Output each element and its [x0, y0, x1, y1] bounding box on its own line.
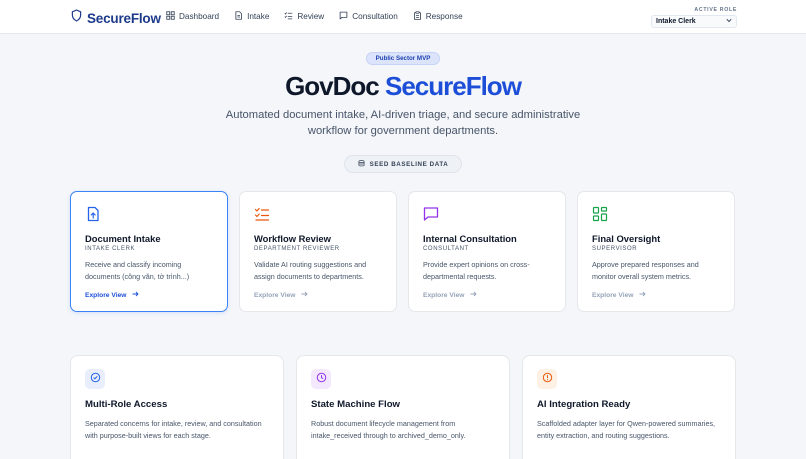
feature-description: Separated concerns for intake, review, a…: [85, 419, 262, 440]
main-nav: Dashboard Intake Review Consultation Res…: [166, 11, 478, 22]
database-icon: [358, 159, 365, 169]
brand-name: SecureFlow: [87, 10, 161, 26]
role-card-consultation[interactable]: Internal Consultation CONSULTANT Provide…: [408, 191, 566, 312]
check-circle-icon: [90, 370, 101, 388]
link-label: Explore View: [592, 291, 634, 299]
page-subtitle: Automated document intake, AI-driven tri…: [225, 109, 581, 137]
nav-label: Intake: [247, 12, 270, 21]
list-check-icon: [254, 206, 270, 222]
sector-badge: Public Sector MVP: [366, 52, 440, 65]
explore-view-link[interactable]: Explore View: [423, 291, 477, 299]
role-selected-value: Intake Clerk: [656, 18, 696, 25]
explore-view-link[interactable]: Explore View: [85, 291, 139, 299]
nav-item-dashboard[interactable]: Dashboard: [166, 11, 219, 22]
role-card-review[interactable]: Workflow Review DEPARTMENT REVIEWER Vali…: [239, 191, 397, 312]
role-caption: ACTIVE ROLE: [694, 7, 737, 13]
page-title: GovDoc SecureFlow: [0, 71, 806, 102]
top-navbar: SecureFlow Dashboard Intake Review Consu…: [0, 0, 806, 34]
clipboard-icon: [413, 11, 422, 22]
feature-icon-badge: [537, 369, 557, 389]
link-label: Explore View: [423, 291, 465, 299]
arrow-right-icon: [301, 291, 308, 299]
nav-item-consultation[interactable]: Consultation: [339, 11, 398, 22]
link-label: Explore View: [85, 291, 127, 299]
nav-label: Review: [297, 12, 325, 21]
card-role: SUPERVISOR: [592, 246, 638, 252]
card-title: Workflow Review: [254, 233, 331, 244]
explore-view-link[interactable]: Explore View: [592, 291, 646, 299]
card-title: Final Oversight: [592, 233, 661, 244]
feature-card-ai-integration: AI Integration Ready Scaffolded adapter …: [522, 355, 736, 459]
feature-title: AI Integration Ready: [537, 399, 631, 410]
card-role: DEPARTMENT REVIEWER: [254, 246, 340, 252]
dashboard-icon: [166, 11, 175, 22]
seed-baseline-button[interactable]: SEED BASELINE DATA: [344, 155, 462, 173]
nav-label: Consultation: [352, 12, 398, 21]
card-description: Receive and classify incoming documents …: [85, 260, 190, 281]
arrow-right-icon: [639, 291, 646, 299]
role-card-oversight[interactable]: Final Oversight SUPERVISOR Approve prepa…: [577, 191, 735, 312]
card-description: Provide expert opinions on cross-departm…: [423, 260, 530, 281]
card-title: Document Intake: [85, 233, 161, 244]
feature-icon-badge: [85, 369, 105, 389]
explore-view-link[interactable]: Explore View: [254, 291, 308, 299]
title-part-main: GovDoc: [285, 71, 380, 101]
title-part-accent: SecureFlow: [384, 71, 522, 101]
card-description: Approve prepared responses and monitor o…: [592, 260, 699, 281]
feature-title: Multi-Role Access: [85, 399, 168, 410]
card-role: CONSULTANT: [423, 246, 469, 252]
file-icon: [234, 11, 243, 22]
role-switcher: ACTIVE ROLE Intake Clerk: [651, 7, 737, 28]
chat-icon: [423, 206, 439, 222]
card-description: Validate AI routing suggestions and assi…: [254, 260, 367, 281]
nav-item-review[interactable]: Review: [284, 11, 324, 22]
arrow-right-icon: [132, 291, 139, 299]
role-card-intake[interactable]: Document Intake INTAKE CLERK Receive and…: [70, 191, 228, 312]
alert-circle-icon: [542, 370, 553, 388]
link-label: Explore View: [254, 291, 296, 299]
seed-button-label: SEED BASELINE DATA: [369, 160, 449, 168]
arrow-right-icon: [470, 291, 477, 299]
role-select[interactable]: Intake Clerk: [651, 15, 737, 28]
chevron-down-icon: [726, 18, 732, 25]
feature-card-state-machine: State Machine Flow Robust document lifec…: [296, 355, 510, 459]
feature-description: Scaffolded adapter layer for Qwen-powere…: [537, 419, 716, 440]
chat-icon: [339, 11, 348, 22]
clock-icon: [316, 370, 327, 388]
feature-icon-badge: [311, 369, 331, 389]
feature-description: Robust document lifecycle management fro…: [311, 419, 466, 440]
nav-label: Response: [425, 12, 463, 21]
feature-card-multi-role: Multi-Role Access Separated concerns for…: [70, 355, 284, 459]
nav-item-intake[interactable]: Intake: [234, 11, 269, 22]
card-title: Internal Consultation: [423, 233, 517, 244]
list-check-icon: [284, 11, 293, 22]
file-upload-icon: [85, 206, 101, 222]
brand-logo[interactable]: SecureFlow: [71, 9, 161, 27]
nav-item-response[interactable]: Response: [413, 11, 463, 22]
nav-label: Dashboard: [179, 12, 220, 21]
feature-title: State Machine Flow: [311, 399, 401, 410]
grid-icon: [592, 206, 608, 222]
card-role: INTAKE CLERK: [85, 246, 136, 252]
shield-icon: [71, 9, 82, 27]
